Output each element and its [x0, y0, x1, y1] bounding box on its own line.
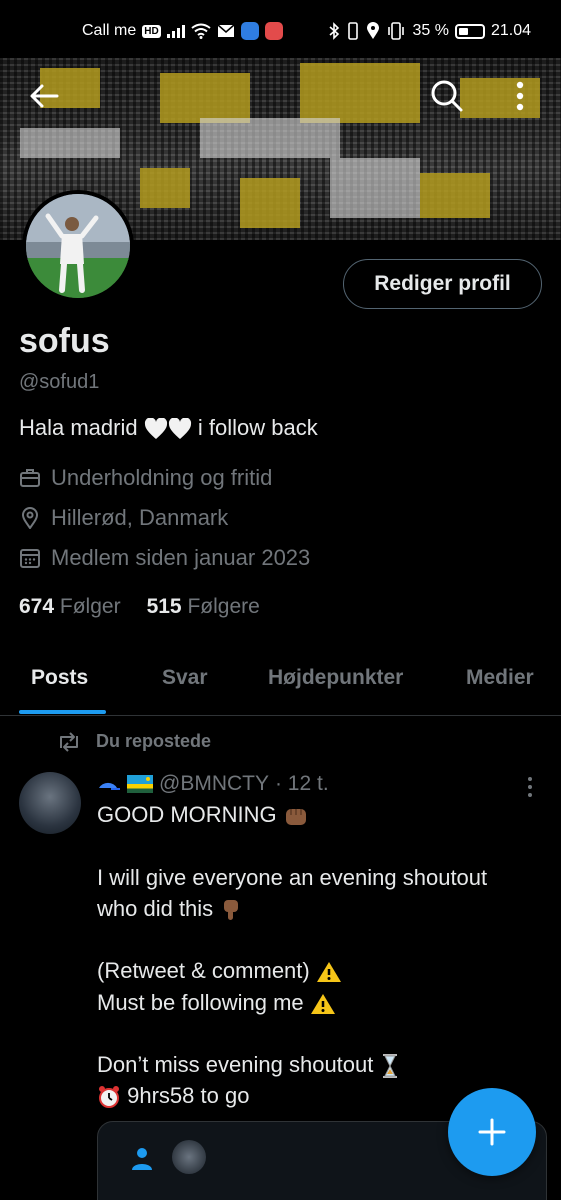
warning-emoji-icon	[316, 962, 341, 983]
pointing-down-emoji-icon	[224, 900, 239, 921]
hourglass-emoji-icon	[382, 1054, 397, 1079]
quoted-author-avatar	[172, 1140, 206, 1174]
wifi-icon	[191, 23, 211, 39]
post-body-line: who did this	[97, 896, 243, 922]
vibrate-icon	[348, 22, 359, 40]
post-body-line: Don’t miss evening shoutout	[97, 1052, 400, 1079]
status-bar: Call me HD 35 % 21.04	[0, 0, 561, 58]
hd-badge: HD	[142, 24, 161, 38]
compose-button[interactable]	[448, 1088, 536, 1176]
avatar-photo	[26, 194, 130, 298]
briefcase-icon	[20, 469, 40, 487]
follow-stats: 674 Følger 515 Følgere	[19, 595, 260, 619]
location-label: Hillerød, Danmark	[51, 505, 229, 530]
bio-text: Hala madrid	[19, 415, 138, 440]
banner-texture	[300, 63, 420, 123]
tab-replies[interactable]: Svar	[162, 666, 208, 690]
post-text: GOOD MORNING	[97, 802, 277, 827]
repost-icon	[60, 731, 78, 752]
profile-location: Hillerød, Danmark	[19, 505, 228, 531]
plus-icon	[478, 1118, 506, 1146]
location-pin-icon	[21, 507, 39, 529]
profile-avatar[interactable]	[22, 190, 134, 302]
profile-joined: Medlem siden januar 2023	[19, 545, 310, 571]
banner-texture	[140, 168, 190, 208]
followers-link[interactable]: 515 Følgere	[147, 595, 260, 619]
profile-handle: @sofud1	[19, 371, 100, 393]
post-body-line: 9hrs58 to go	[97, 1083, 249, 1109]
app-notification-icon	[240, 22, 259, 40]
post-body-line: Must be following me	[97, 990, 336, 1016]
search-icon	[431, 80, 463, 112]
followers-count: 515	[146, 595, 182, 618]
more-vertical-icon	[528, 777, 532, 797]
post-body-line: GOOD MORNING	[97, 802, 309, 828]
mail-icon	[217, 24, 235, 37]
banner-texture	[200, 118, 340, 158]
repost-indicator: Du repostede	[56, 731, 211, 752]
status-bar-right: 35 % 21.04	[328, 22, 531, 40]
calendar-icon	[20, 549, 40, 568]
following-count: 674	[19, 595, 55, 618]
battery-icon	[454, 23, 485, 39]
post-body-line: I will give everyone an evening shoutout	[97, 865, 488, 890]
user-icon	[132, 1148, 152, 1170]
tab-posts[interactable]: Posts	[31, 666, 88, 690]
rwanda-flag-icon	[127, 775, 153, 793]
banner-texture	[330, 158, 420, 218]
ring-mode-icon	[388, 22, 405, 40]
signal-icon	[166, 24, 185, 38]
banner-texture	[160, 73, 250, 123]
post-text: 9hrs58 to go	[127, 1083, 250, 1108]
post-body-line: (Retweet & comment)	[97, 958, 342, 984]
banner-texture	[20, 128, 120, 158]
fist-emoji-icon	[285, 809, 306, 826]
post-header: @BMNCTY · 12 t.	[97, 772, 329, 796]
post-author-handle[interactable]: @BMNCTY	[159, 772, 269, 796]
followers-label: Følgere	[187, 595, 260, 618]
back-arrow-icon	[30, 84, 59, 108]
profile-tabs: Posts Svar Højdepunkter Medier	[0, 648, 561, 716]
profile-bio: Hala madrid i follow back	[19, 415, 318, 441]
post-text: Must be following me	[97, 990, 304, 1015]
profile-name: sofus	[19, 322, 110, 360]
search-button[interactable]	[425, 74, 469, 118]
tab-highlights[interactable]: Højdepunkter	[268, 666, 403, 690]
more-vertical-icon	[516, 81, 524, 111]
more-options-button[interactable]	[498, 74, 542, 118]
back-button[interactable]	[22, 74, 66, 118]
clock: 21.04	[490, 22, 531, 39]
battery-percent: 35 %	[412, 22, 449, 39]
white-heart-icon	[144, 418, 167, 440]
edit-profile-button[interactable]: Rediger profil	[343, 259, 542, 309]
white-heart-icon	[168, 418, 191, 440]
warning-emoji-icon	[310, 994, 335, 1015]
repost-label: Du repostede	[96, 731, 212, 751]
alarm-clock-emoji-icon	[99, 1086, 119, 1109]
post-time: · 12 t.	[274, 772, 329, 795]
map-notification-icon	[264, 22, 283, 40]
location-icon	[367, 22, 380, 39]
post-text: Don’t miss evening shoutout	[97, 1052, 374, 1077]
tab-media[interactable]: Medier	[466, 666, 534, 690]
joined-label: Medlem siden januar 2023	[51, 545, 311, 570]
banner-texture	[420, 173, 490, 218]
cap-emoji-icon	[99, 782, 120, 790]
post-text: who did this	[97, 896, 214, 921]
category-label: Underholdning og fritid	[51, 465, 273, 490]
following-label: Følger	[59, 595, 121, 618]
carrier-label: Call me	[82, 22, 137, 39]
bio-text: i follow back	[197, 415, 318, 440]
active-tab-indicator	[19, 710, 106, 714]
profile-category: Underholdning og fritid	[19, 465, 272, 491]
status-bar-left: Call me HD	[82, 22, 283, 40]
banner-texture	[240, 178, 300, 228]
post-more-button[interactable]	[520, 775, 540, 799]
bluetooth-icon	[329, 22, 340, 40]
post-author-avatar[interactable]	[19, 772, 81, 834]
post-text: (Retweet & comment)	[97, 958, 310, 983]
following-link[interactable]: 674 Følger	[19, 595, 121, 619]
